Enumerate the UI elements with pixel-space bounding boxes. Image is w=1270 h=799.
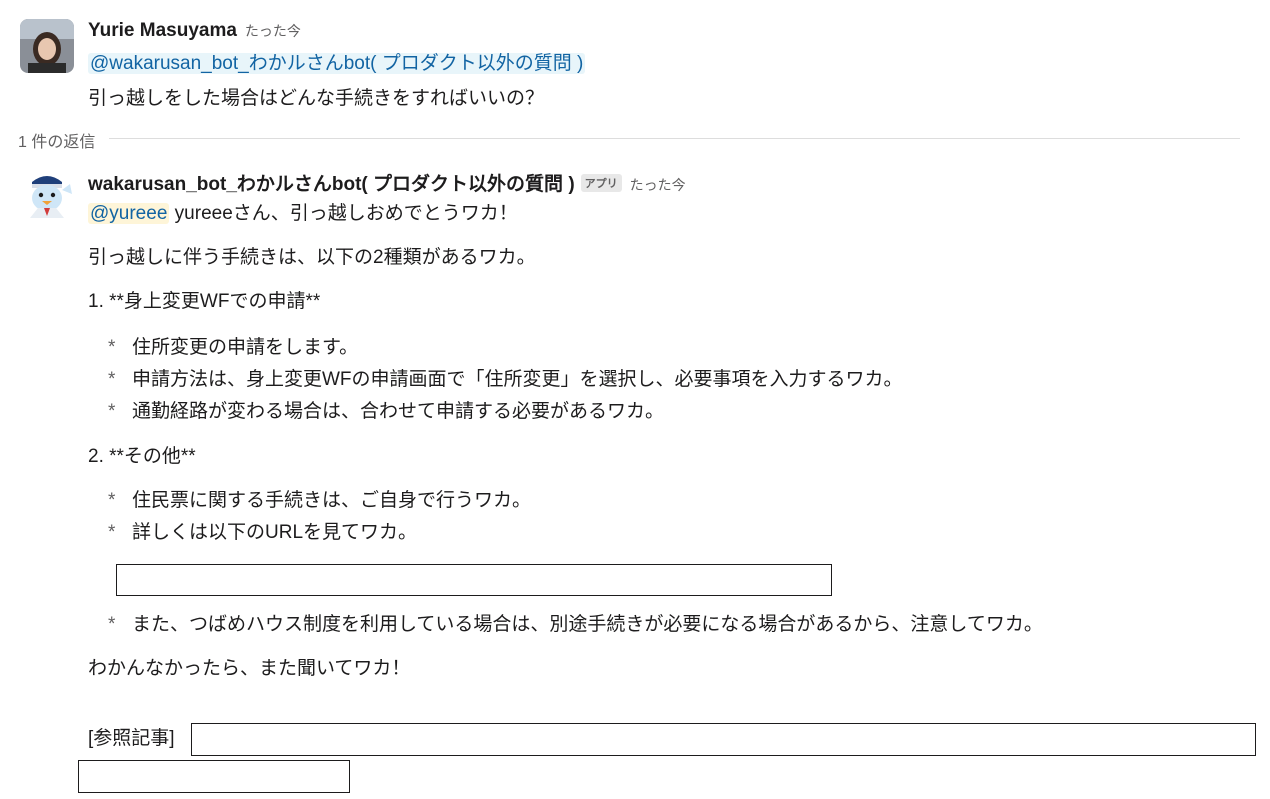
list-item-text: 申請方法は、身上変更WFの申請画面で「住所変更」を選択し、必要事項を入力するワカ…: [132, 369, 903, 390]
bullet-mark: *: [108, 490, 116, 511]
greeting-text: yureeeさん、引っ越しおめでとうワカ！: [169, 203, 518, 224]
reply-count: 1 件の返信: [18, 128, 110, 152]
message-text: 引っ越しをした場合はどんな手続きをすればいいの？: [88, 88, 545, 109]
list-item-text: 詳しくは以下のURLを見てワカ。: [132, 522, 418, 543]
list-item-text: 住民票に関する手続きは、ご自身で行うワカ。: [132, 490, 532, 511]
greeting-line: @yureee yureeeさん、引っ越しおめでとうワカ！: [88, 201, 518, 227]
timestamp[interactable]: たった今: [630, 177, 686, 193]
bullet-mark: *: [108, 401, 116, 422]
app-badge: アプリ: [580, 174, 622, 192]
bot-mention[interactable]: @wakarusan_bot_わかルさんbot( プロダクト以外の質問 ): [88, 53, 586, 74]
timestamp[interactable]: たった今: [245, 23, 301, 39]
list-item: * 申請方法は、身上変更WFの申請画面で「住所変更」を選択し、必要事項を入力するワ…: [108, 367, 903, 393]
user-avatar[interactable]: [20, 19, 74, 73]
author-row: wakarusan_bot_わかルさんbot( プロダクト以外の質問 ) アプリた…: [88, 169, 686, 196]
list-item: * 詳しくは以下のURLを見てワカ。: [108, 520, 417, 546]
user-mention[interactable]: @yureee: [88, 203, 170, 224]
list-item-text: 住所変更の申請をします。: [132, 337, 359, 358]
author-name[interactable]: Yurie Masuyama: [88, 20, 237, 41]
redacted-url-box[interactable]: [116, 564, 832, 596]
list-item-text: また、つばめハウス制度を利用している場合は、別途手続きが必要になる場合があるから…: [132, 614, 1043, 635]
section2-title: 2. **その他**: [88, 446, 196, 467]
list-item: * 住所変更の申請をします。: [108, 335, 358, 361]
divider-line: [18, 138, 1240, 139]
reference-label: [参照記事]: [88, 728, 175, 749]
closing-text: わかんなかったら、また聞いてワカ！: [88, 658, 411, 679]
thread-divider: 1 件の返信: [18, 128, 1240, 152]
list-item: * 通勤経路が変わる場合は、合わせて申請する必要があるワカ。: [108, 399, 664, 425]
list-item: * 住民票に関する手続きは、ご自身で行うワカ。: [108, 488, 531, 514]
list-item: * また、つばめハウス制度を利用している場合は、別途手続きが必要になる場合があるか…: [108, 612, 1043, 638]
bullet-mark: *: [108, 337, 116, 358]
author-name[interactable]: wakarusan_bot_わかルさんbot( プロダクト以外の質問 ): [88, 174, 575, 195]
redacted-reference-link[interactable]: [191, 723, 1256, 756]
list-item-text: 通勤経路が変わる場合は、合わせて申請する必要があるワカ。: [132, 401, 665, 422]
message-mention-line: @wakarusan_bot_わかルさんbot( プロダクト以外の質問 ): [88, 51, 586, 77]
intro-text: 引っ越しに伴う手続きは、以下の2種類があるワカ。: [88, 247, 536, 268]
bot-avatar[interactable]: [20, 168, 74, 222]
bullet-mark: *: [108, 369, 116, 390]
author-row: Yurie Masuyama たった今: [88, 20, 301, 42]
section1-title: 1. **身上変更WFでの申請**: [88, 291, 321, 312]
redacted-reference-link[interactable]: [78, 760, 350, 793]
bullet-mark: *: [108, 522, 116, 543]
bullet-mark: *: [108, 614, 116, 635]
